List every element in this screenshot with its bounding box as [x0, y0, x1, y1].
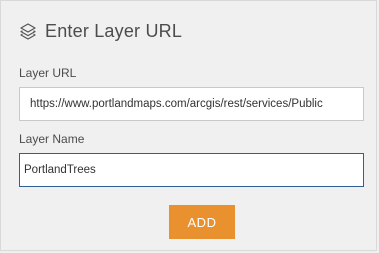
add-button[interactable]: ADD	[169, 205, 235, 239]
panel-title: Enter Layer URL	[45, 20, 183, 41]
panel-header: Enter Layer URL	[19, 19, 182, 43]
layers-icon	[19, 22, 37, 40]
layer-url-input[interactable]	[19, 87, 364, 121]
layer-name-input[interactable]	[19, 153, 364, 187]
layer-url-label: Layer URL	[19, 66, 77, 80]
layer-name-label: Layer Name	[19, 132, 85, 146]
enter-layer-url-panel: Enter Layer URL Layer URL Layer Name ADD	[0, 0, 377, 251]
